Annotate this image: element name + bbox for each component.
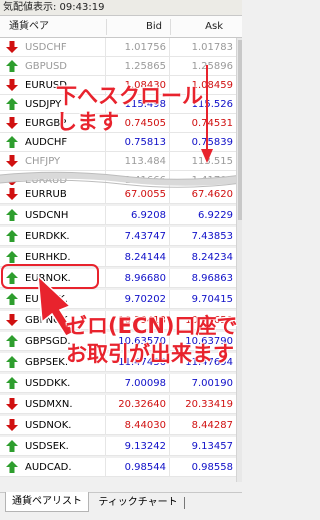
- price-down-arrow-icon: [6, 155, 18, 167]
- symbol-cell: GBPUSD: [0, 57, 106, 76]
- ask-price: 1.01783: [191, 42, 233, 53]
- symbol-name: AUDCHF: [25, 137, 68, 148]
- ask-price: 20.33419: [185, 399, 233, 410]
- table-row[interactable]: USDCNH 6.9208 6.9229: [0, 206, 236, 225]
- ask-price: 9.13457: [191, 441, 233, 452]
- ask-price: 8.44287: [191, 420, 233, 431]
- table-row[interactable]: USDNOK. 8.44030 8.44287: [0, 416, 236, 435]
- bid-price: 9.70202: [106, 290, 170, 309]
- price-up-arrow-icon: [6, 356, 18, 368]
- ask-price: 8.96863: [191, 273, 233, 284]
- price-down-arrow-icon: [6, 79, 18, 91]
- tab-tick-chart[interactable]: ティックチャート: [93, 493, 183, 513]
- price-up-arrow-icon: [6, 461, 18, 473]
- symbol-name: USDNOK.: [25, 420, 72, 431]
- ecn-account-text: ゼロ(ECN)口座で: [66, 314, 238, 338]
- symbol-name: USDMXN.: [25, 399, 73, 410]
- price-down-arrow-icon: [6, 314, 18, 326]
- bottom-tabs: 通貨ペアリスト ティックチャート: [0, 492, 242, 520]
- symbol-cell: USDDKK.: [0, 374, 106, 393]
- price-up-arrow-icon: [6, 98, 18, 110]
- scroll-break-divider: [0, 171, 242, 188]
- symbol-cell: USDCHF: [0, 38, 106, 57]
- symbol-name: USDCNH: [25, 210, 69, 221]
- symbol-cell: AUDCAD.: [0, 458, 106, 477]
- bid-price: 9.13242: [106, 437, 170, 456]
- scrollbar-thumb[interactable]: [238, 40, 242, 220]
- table-row[interactable]: USDSEK. 9.13242 9.13457: [0, 437, 236, 456]
- table-row[interactable]: USDMXN. 20.32640 20.33419: [0, 395, 236, 414]
- price-up-arrow-icon: [6, 377, 18, 389]
- bid-price: 0.98544: [106, 458, 170, 477]
- price-down-arrow-icon: [6, 398, 18, 410]
- ask-price: 9.70415: [191, 294, 233, 305]
- ask-price: 6.9229: [198, 210, 233, 221]
- symbol-name: EURDKK.: [25, 231, 70, 242]
- bid-price: 7.00098: [106, 374, 170, 393]
- price-up-arrow-icon: [6, 230, 18, 242]
- price-down-arrow-icon: [6, 419, 18, 431]
- table-row[interactable]: AUDCAD. 0.98544 0.98558: [0, 458, 236, 477]
- table-row[interactable]: USDCHF 1.01756 1.01783: [0, 38, 236, 57]
- tab-separator: [184, 497, 185, 509]
- bid-price: 7.43747: [106, 227, 170, 246]
- price-up-arrow-icon: [6, 293, 18, 305]
- ask-price: 7.00190: [191, 378, 233, 389]
- bid-price: 0.75813: [106, 133, 170, 152]
- scroll-hint-text: 下へスクロール: [56, 84, 203, 108]
- symbol-cell: USDMXN.: [0, 395, 106, 414]
- symbol-name: GBPUSD: [25, 61, 68, 72]
- ask-price: 0.98558: [191, 462, 233, 473]
- ask-price: 7.43853: [191, 231, 233, 242]
- price-up-arrow-icon: [6, 136, 18, 148]
- bid-price: 20.32640: [106, 395, 170, 414]
- scroll-down-arrow-icon: [201, 65, 213, 163]
- symbol-name: USDCHF: [25, 42, 67, 53]
- bid-price: 6.9208: [106, 206, 170, 225]
- price-up-arrow-icon: [6, 60, 18, 72]
- price-up-arrow-icon: [6, 335, 18, 347]
- price-up-arrow-icon: [6, 440, 18, 452]
- bid-price: 1.01756: [106, 38, 170, 57]
- price-down-arrow-icon: [6, 41, 18, 53]
- ecn-account-text: お取引が出来ます: [66, 342, 234, 366]
- tab-symbols-list[interactable]: 通貨ペアリスト: [5, 492, 89, 512]
- symbol-name: AUDCAD.: [25, 462, 72, 473]
- price-up-arrow-icon: [6, 251, 18, 263]
- symbol-cell: EURDKK.: [0, 227, 106, 246]
- symbol-cell: USDSEK.: [0, 437, 106, 456]
- symbol-cell: USDNOK.: [0, 416, 106, 435]
- ask-price: 8.24234: [191, 252, 233, 263]
- scroll-hint-text: します: [56, 110, 119, 134]
- bid-price: 1.25865: [106, 57, 170, 76]
- bid-price: 8.96680: [106, 269, 170, 288]
- bid-price: 8.24144: [106, 248, 170, 267]
- price-down-arrow-icon: [6, 117, 18, 129]
- symbol-cell: AUDCHF: [0, 133, 106, 152]
- vertical-scrollbar[interactable]: [236, 38, 242, 482]
- symbol-cell: USDCNH: [0, 206, 106, 225]
- price-up-arrow-icon: [6, 209, 18, 221]
- symbol-name: GBPSEK.: [25, 357, 69, 368]
- table-row[interactable]: EURDKK. 7.43747 7.43853: [0, 227, 236, 246]
- table-row[interactable]: USDDKK. 7.00098 7.00190: [0, 374, 236, 393]
- price-down-arrow-icon: [6, 188, 18, 200]
- symbol-name: USDDKK.: [25, 378, 71, 389]
- symbol-name: USDSEK.: [25, 441, 69, 452]
- bid-price: 8.44030: [106, 416, 170, 435]
